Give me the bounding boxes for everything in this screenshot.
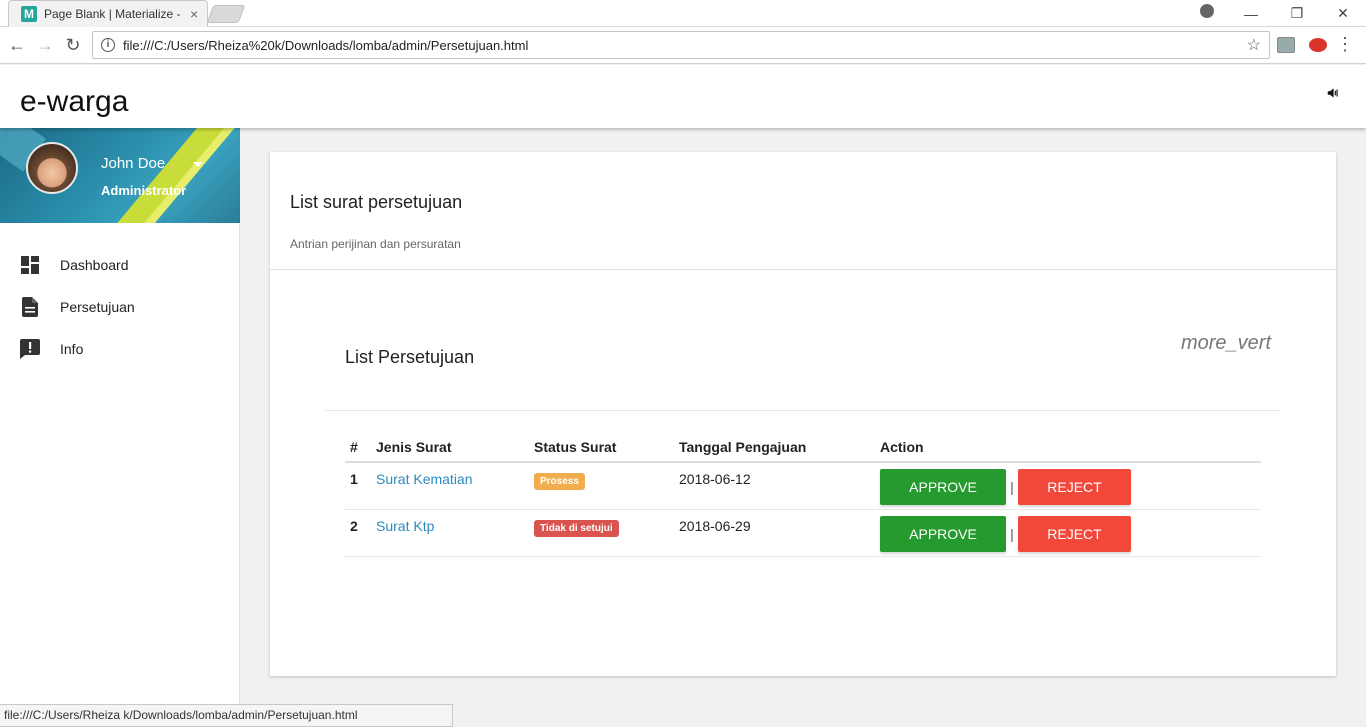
approve-button[interactable]: APPROVE: [880, 515, 1006, 552]
user-name[interactable]: John Doe: [101, 155, 165, 172]
col-header-status: Status Surat: [529, 432, 674, 463]
table-row: 2 Surat Ktp Tidak di setujui 2018-06-29 …: [345, 509, 1261, 557]
table-row: 1 Surat Kematian Prosess 2018-06-12 APPR…: [345, 462, 1261, 510]
content-card: List surat persetujuan Antrian perijinan…: [270, 152, 1336, 676]
user-dropdown-caret-icon[interactable]: [193, 162, 203, 167]
sidebar-item-info[interactable]: Info: [0, 328, 240, 370]
reject-button[interactable]: REJECT: [1018, 469, 1131, 505]
sidebar: John Doe Administrator Dashboard Persetu…: [0, 128, 240, 727]
site-info-icon[interactable]: i: [101, 38, 115, 52]
tab-close-icon[interactable]: ×: [190, 6, 198, 22]
sidebar-menu: Dashboard Persetujuan Info: [0, 244, 240, 370]
approval-table: # Jenis Surat Status Surat Tanggal Penga…: [345, 432, 1261, 557]
bookmark-star-icon[interactable]: ☆: [1247, 35, 1261, 55]
materialize-favicon-icon: M: [21, 6, 37, 22]
avatar[interactable]: [26, 142, 78, 194]
sidebar-item-label: Persetujuan: [60, 299, 135, 315]
description-icon: [20, 297, 40, 317]
list-title: List Persetujuan: [345, 347, 475, 367]
browser-tab[interactable]: M Page Blank | Materialize - ×: [8, 0, 208, 27]
col-header-num: #: [345, 432, 371, 463]
status-badge: Prosess: [534, 473, 585, 490]
sidebar-item-persetujuan[interactable]: Persetujuan: [0, 286, 240, 328]
dashboard-icon: [20, 255, 40, 275]
card-header: List surat persetujuan Antrian perijinan…: [270, 152, 1336, 270]
page: e-warga John Doe Administrator Dashboard: [0, 65, 1366, 727]
campaign-icon[interactable]: [1326, 86, 1340, 100]
reject-button[interactable]: REJECT: [1018, 515, 1131, 552]
status-badge: Tidak di setujui: [534, 519, 619, 537]
sidebar-item-label: Info: [60, 341, 84, 357]
extension-icon[interactable]: [1277, 37, 1295, 53]
table-header-row: # Jenis Surat Status Surat Tanggal Penga…: [345, 432, 1261, 463]
browser-toolbar: ← → ↻ i file:///C:/Users/Rheiza%20k/Down…: [0, 27, 1366, 64]
col-header-jenis: Jenis Surat: [371, 432, 529, 463]
back-icon[interactable]: ←: [6, 35, 28, 55]
col-header-action: Action: [875, 432, 1261, 463]
address-bar[interactable]: i file:///C:/Users/Rheiza%20k/Downloads/…: [92, 31, 1270, 59]
user-role: Administrator: [101, 183, 187, 198]
tanggal-pengajuan: 2018-06-29: [674, 509, 875, 557]
brand-logo[interactable]: e-warga: [20, 85, 128, 119]
browser-menu-icon[interactable]: ⋮: [1336, 34, 1354, 55]
action-separator: |: [1010, 525, 1014, 542]
col-header-tanggal: Tanggal Pengajuan: [674, 432, 875, 463]
sidebar-item-dashboard[interactable]: Dashboard: [0, 244, 240, 286]
card-title: List surat persetujuan: [290, 192, 463, 212]
close-window-icon[interactable]: ✕: [1320, 5, 1366, 22]
new-tab-button[interactable]: [206, 5, 246, 23]
tanggal-pengajuan: 2018-06-12: [674, 462, 875, 510]
divider: [325, 410, 1281, 411]
extension-icon[interactable]: [1309, 38, 1327, 52]
more-vert-icon[interactable]: more_vert: [1181, 332, 1271, 355]
app-navbar: e-warga: [0, 65, 1366, 128]
profile-icon[interactable]: [1200, 4, 1214, 18]
tab-title: Page Blank | Materialize -: [44, 7, 181, 21]
row-number: 2: [345, 509, 371, 557]
card-subtitle: Antrian perijinan dan persuratan: [290, 237, 461, 251]
feedback-icon: [20, 339, 40, 359]
browser-status-bar: file:///C:/Users/Rheiza k/Downloads/lomb…: [0, 704, 453, 727]
row-number: 1: [345, 462, 371, 510]
address-url[interactable]: file:///C:/Users/Rheiza%20k/Downloads/lo…: [123, 38, 1247, 53]
approve-button[interactable]: APPROVE: [880, 469, 1006, 505]
reload-icon[interactable]: ↻: [62, 35, 84, 55]
forward-icon[interactable]: →: [34, 35, 56, 55]
window-controls: — ❐ ✕: [1228, 0, 1366, 27]
action-separator: |: [1010, 479, 1014, 495]
browser-tabstrip: M Page Blank | Materialize - × — ❐ ✕: [0, 0, 1366, 27]
sidebar-item-label: Dashboard: [60, 257, 129, 273]
user-view: John Doe Administrator: [0, 128, 240, 223]
minimize-icon[interactable]: —: [1228, 6, 1274, 22]
jenis-surat-link[interactable]: Surat Kematian: [376, 471, 473, 487]
restore-icon[interactable]: ❐: [1274, 5, 1320, 22]
jenis-surat-link[interactable]: Surat Ktp: [376, 518, 434, 534]
